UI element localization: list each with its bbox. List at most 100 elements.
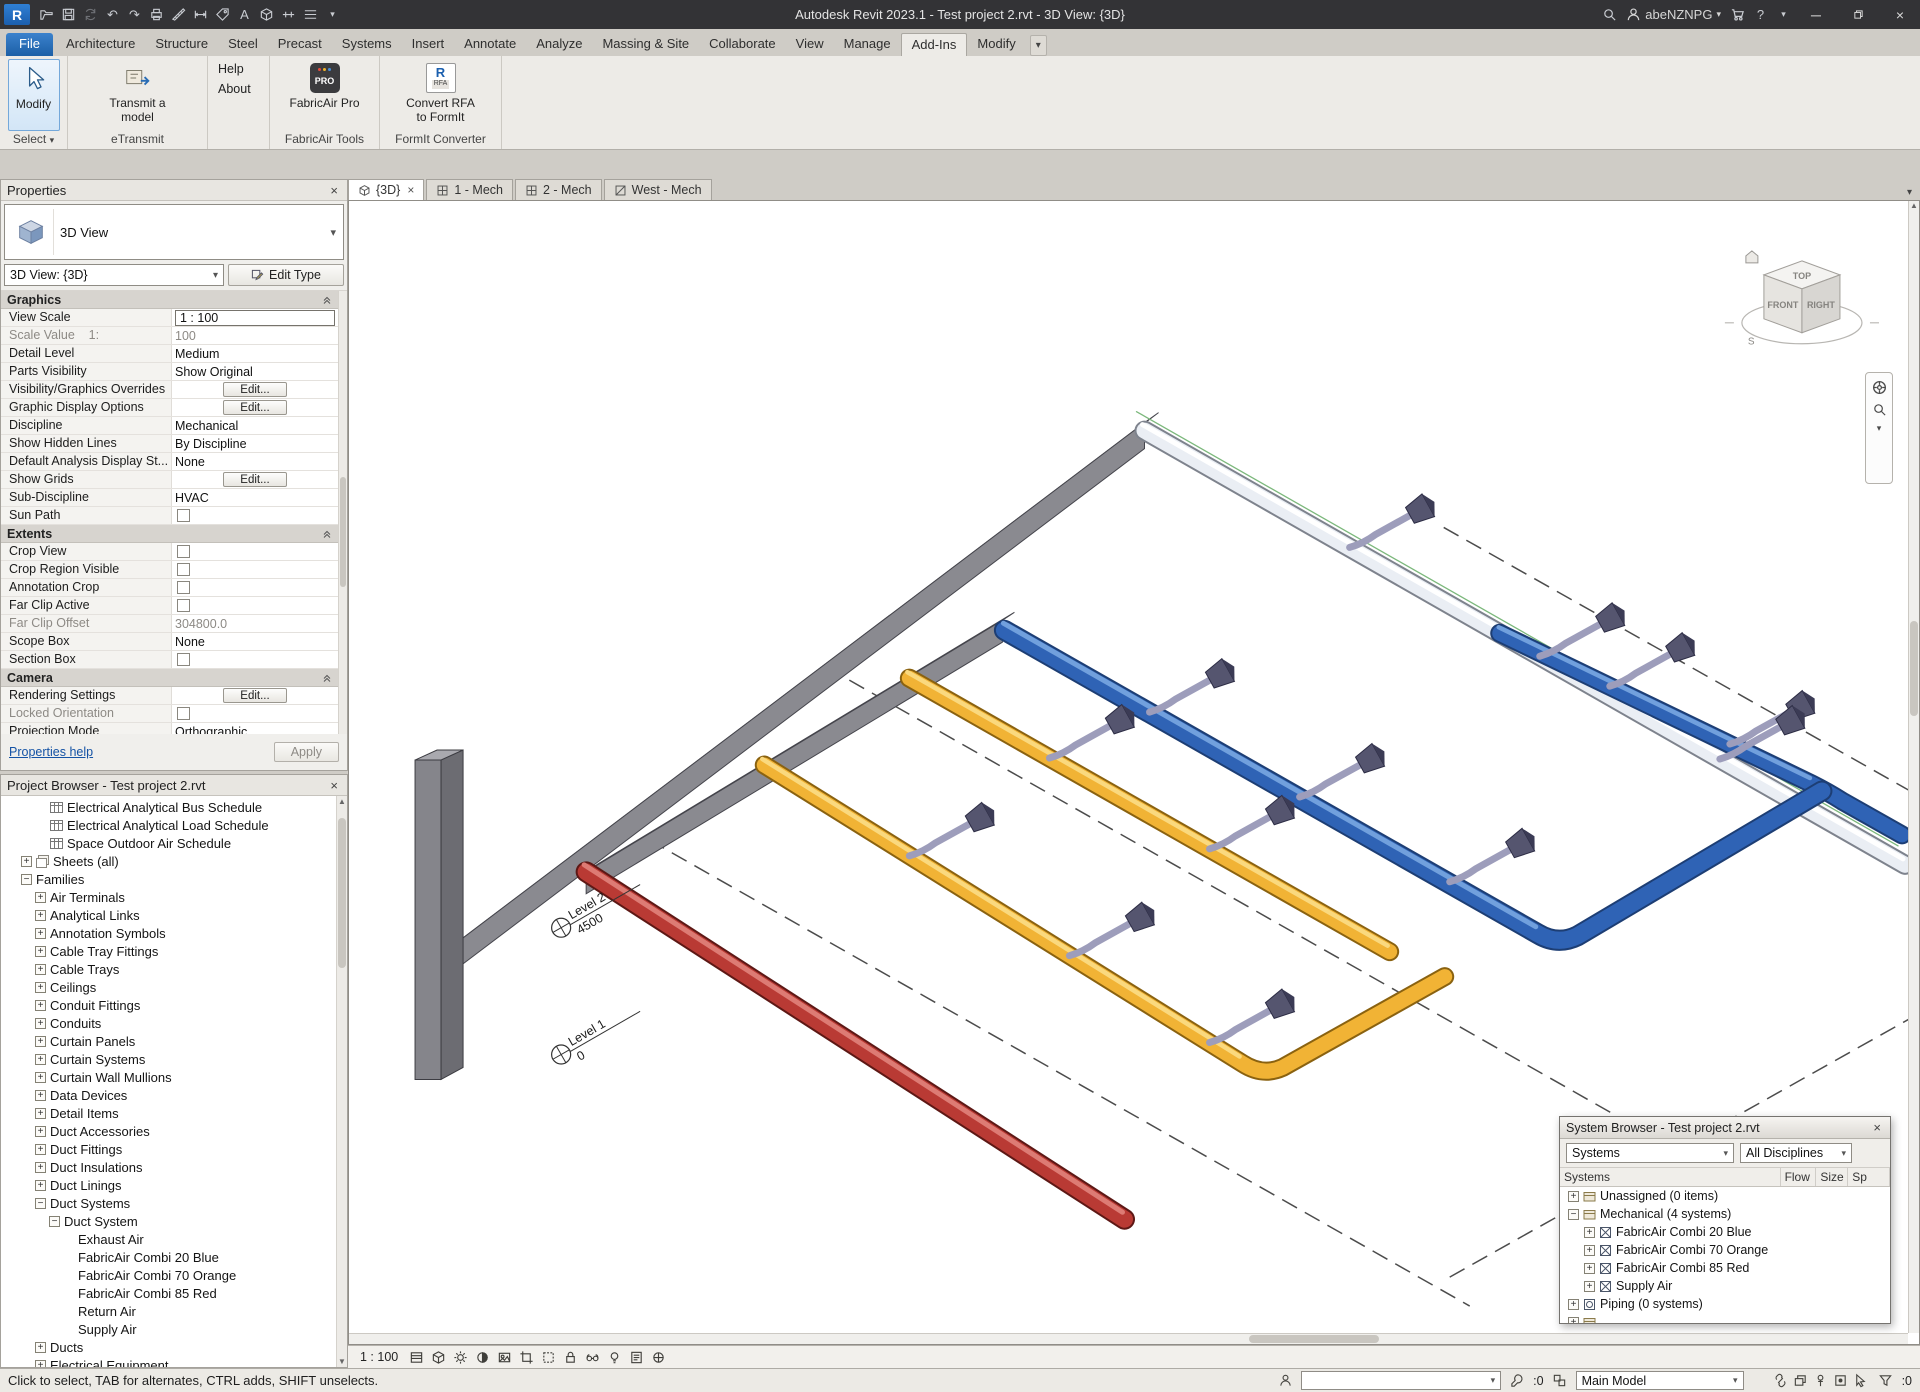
browser-item-data-devices[interactable]: +Data Devices — [1, 1086, 335, 1104]
property-value[interactable] — [171, 561, 338, 578]
browser-item-supply-air[interactable]: Supply Air — [1, 1320, 335, 1338]
select-pinned-icon[interactable] — [1812, 1372, 1830, 1390]
browser-item-electrical-analytical-bus-schedule[interactable]: Electrical Analytical Bus Schedule — [1, 798, 335, 816]
chevron-down-icon[interactable]: ▾ — [1877, 423, 1882, 434]
properties-scrollbar[interactable] — [338, 291, 347, 734]
ribbon-tab-steel[interactable]: Steel — [218, 33, 268, 56]
properties-section-camera[interactable]: Camera — [1, 669, 338, 687]
horizontal-scrollbar[interactable] — [349, 1333, 1908, 1344]
property-value[interactable] — [171, 507, 338, 524]
expand-icon[interactable]: + — [1568, 1299, 1579, 1310]
edit-button[interactable]: Edit... — [223, 688, 286, 703]
view-properties-icon[interactable] — [626, 1348, 646, 1367]
collapse-chevron-icon[interactable] — [322, 529, 332, 539]
ribbon-tab-collaborate[interactable]: Collaborate — [699, 33, 786, 56]
view-tab-3d[interactable]: {3D}× — [348, 179, 424, 200]
property-value[interactable]: Orthographic — [171, 723, 338, 734]
print-icon[interactable] — [146, 4, 167, 25]
browser-item-air-terminals[interactable]: +Air Terminals — [1, 888, 335, 906]
browser-item-space-outdoor-air-schedule[interactable]: Space Outdoor Air Schedule — [1, 834, 335, 852]
browser-item-electrical-analytical-load-schedule[interactable]: Electrical Analytical Load Schedule — [1, 816, 335, 834]
browser-item-exhaust-air[interactable]: Exhaust Air — [1, 1230, 335, 1248]
browser-item-duct-fittings[interactable]: +Duct Fittings — [1, 1140, 335, 1158]
browser-item-detail-items[interactable]: +Detail Items — [1, 1104, 335, 1122]
expand-icon[interactable]: + — [35, 1036, 46, 1047]
thin-lines-icon[interactable] — [300, 4, 321, 25]
section-icon[interactable] — [278, 4, 299, 25]
checkbox[interactable] — [177, 545, 190, 558]
design-options-select[interactable]: Main Model ▾ — [1576, 1371, 1744, 1390]
collapse-chevron-icon[interactable] — [322, 295, 332, 305]
text-icon[interactable]: A — [234, 4, 255, 25]
browser-item-sheets-all[interactable]: +Sheets (all) — [1, 852, 335, 870]
view-tab-2-mech[interactable]: 2 - Mech — [515, 179, 602, 200]
level-1-datum[interactable]: Level 1 0 — [552, 998, 649, 1065]
steering-wheel-icon[interactable] — [1871, 379, 1888, 396]
checkbox[interactable] — [177, 509, 190, 522]
expand-icon[interactable]: + — [1568, 1191, 1579, 1202]
ribbon-tab-add-ins[interactable]: Add-Ins — [901, 33, 968, 56]
browser-item-electrical-equipment[interactable]: +Electrical Equipment — [1, 1356, 335, 1367]
edit-button[interactable]: Edit... — [223, 400, 286, 415]
hide-isolate-icon[interactable] — [582, 1348, 602, 1367]
property-value[interactable]: HVAC — [171, 489, 338, 506]
fabricair-pro-button[interactable]: PRO FabricAir Pro — [283, 59, 367, 131]
browser-item-fabricair-combi-70-orange[interactable]: FabricAir Combi 70 Orange — [1, 1266, 335, 1284]
expand-icon[interactable]: + — [35, 1360, 46, 1368]
apply-button[interactable]: Apply — [274, 742, 339, 762]
expand-icon[interactable]: + — [35, 1162, 46, 1173]
collapse-icon[interactable]: − — [35, 1198, 46, 1209]
view-tab-west-mech[interactable]: West - Mech — [604, 179, 712, 200]
panel-label-select[interactable]: Select ▾ — [0, 131, 67, 149]
tag-icon[interactable] — [212, 4, 233, 25]
main-supply-duct[interactable] — [454, 413, 1158, 971]
properties-section-extents[interactable]: Extents — [1, 525, 338, 543]
ribbon-tab-massing-site[interactable]: Massing & Site — [592, 33, 699, 56]
browser-item-ducts[interactable]: +Ducts — [1, 1338, 335, 1356]
property-value[interactable]: Mechanical — [171, 417, 338, 434]
checkbox[interactable] — [177, 563, 190, 576]
revit-logo-icon[interactable]: R — [4, 4, 30, 25]
system-item-fabricair-combi-70-orange[interactable]: +FabricAir Combi 70 Orange — [1560, 1241, 1890, 1259]
app-store-cart-icon[interactable] — [1727, 4, 1748, 25]
property-value[interactable]: None — [171, 453, 338, 470]
detail-level-icon[interactable] — [406, 1348, 426, 1367]
user-account-button[interactable]: abeNZNPG ▾ — [1622, 7, 1725, 22]
shadows-icon[interactable] — [472, 1348, 492, 1367]
system-item-partial[interactable]: + — [1560, 1313, 1890, 1323]
crop-view-icon[interactable] — [516, 1348, 536, 1367]
ribbon-tab-view[interactable]: View — [786, 33, 834, 56]
edit-button[interactable]: Edit... — [223, 382, 286, 397]
system-item-supply-air[interactable]: +Supply Air — [1560, 1277, 1890, 1295]
properties-header[interactable]: Properties × — [1, 180, 347, 201]
browser-item-ceilings[interactable]: +Ceilings — [1, 978, 335, 996]
select-links-icon[interactable] — [1772, 1372, 1790, 1390]
property-value[interactable]: Edit... — [171, 687, 338, 704]
browser-item-curtain-systems[interactable]: +Curtain Systems — [1, 1050, 335, 1068]
property-value[interactable]: By Discipline — [171, 435, 338, 452]
property-value[interactable] — [171, 579, 338, 596]
crop-region-icon[interactable] — [538, 1348, 558, 1367]
worksets-select[interactable]: ▾ — [1301, 1371, 1501, 1390]
fabricair-combi-85-red-duct[interactable] — [584, 865, 1124, 1219]
undo-icon[interactable]: ↶ — [102, 4, 123, 25]
expand-icon[interactable]: + — [35, 910, 46, 921]
checkbox[interactable] — [177, 653, 190, 666]
panel-label-formit[interactable]: FormIt Converter — [380, 131, 501, 149]
select-by-face-icon[interactable] — [1832, 1372, 1850, 1390]
browser-item-analytical-links[interactable]: +Analytical Links — [1, 906, 335, 924]
view-tab-overflow-icon[interactable]: ▾ — [1903, 185, 1916, 200]
expand-icon[interactable]: + — [35, 982, 46, 993]
project-browser-header[interactable]: Project Browser - Test project 2.rvt × — [1, 775, 347, 796]
property-value[interactable]: Show Original — [171, 363, 338, 380]
branch-header-duct[interactable] — [586, 612, 1014, 894]
edit-button[interactable]: Edit... — [223, 472, 286, 487]
expand-icon[interactable]: + — [35, 964, 46, 975]
project-browser-scrollbar[interactable]: ▲ ▼ — [336, 796, 347, 1367]
property-value[interactable] — [171, 651, 338, 668]
view-instance-combobox[interactable]: 3D View: {3D} ▾ — [4, 264, 224, 286]
browser-item-duct-insulations[interactable]: +Duct Insulations — [1, 1158, 335, 1176]
scrollbar-thumb[interactable] — [1910, 621, 1918, 716]
aligned-dimension-icon[interactable] — [190, 4, 211, 25]
browser-item-curtain-wall-mullions[interactable]: +Curtain Wall Mullions — [1, 1068, 335, 1086]
